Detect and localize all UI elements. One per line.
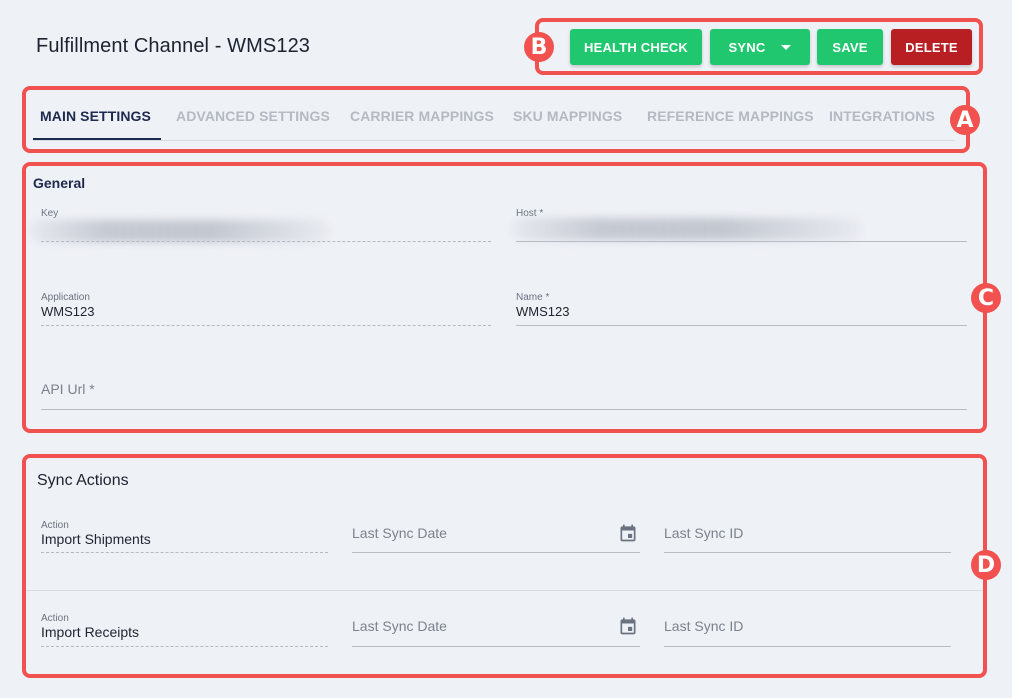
callout-badge-d: D xyxy=(971,550,1001,580)
callout-badge-b: B xyxy=(524,32,554,62)
callout-box-d xyxy=(22,454,987,678)
callout-box-c xyxy=(22,162,987,433)
callout-box-b xyxy=(535,18,983,75)
callout-box-a xyxy=(22,86,970,153)
callout-badge-a: A xyxy=(950,105,980,135)
callout-badge-c: C xyxy=(971,283,1001,313)
page-title: Fulfillment Channel - WMS123 xyxy=(36,35,311,57)
